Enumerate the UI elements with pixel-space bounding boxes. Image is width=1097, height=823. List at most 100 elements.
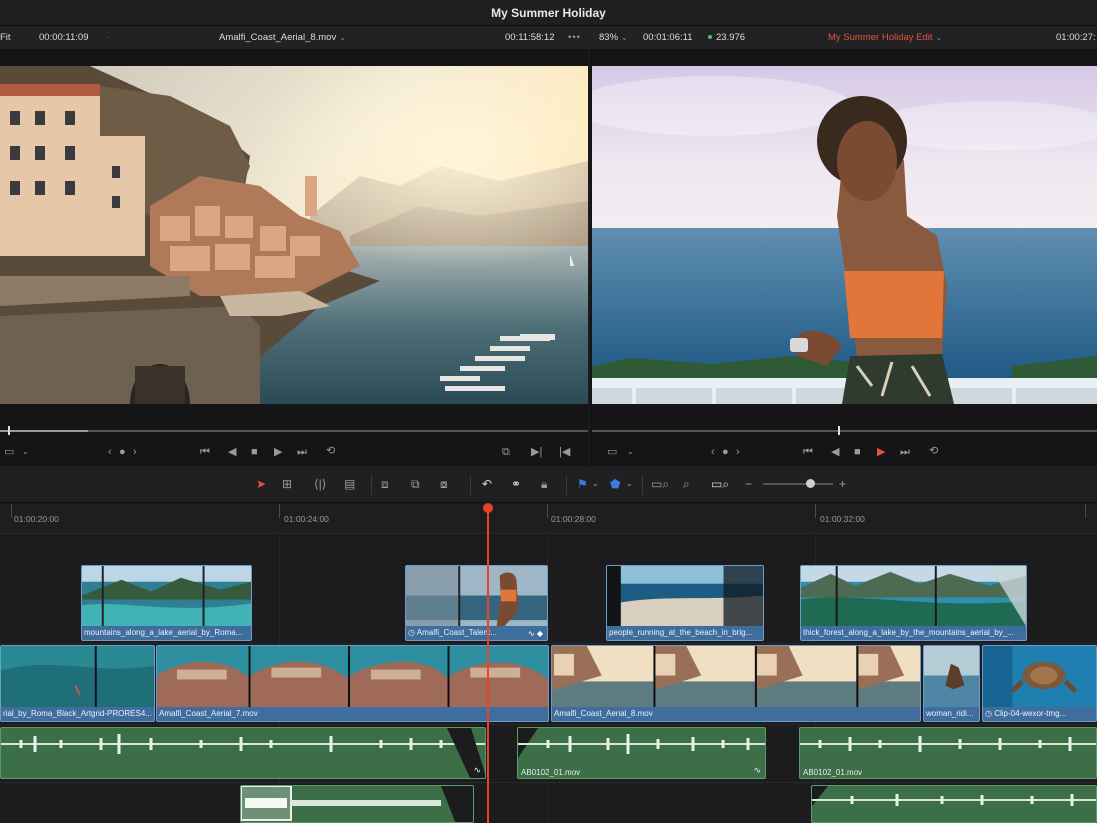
timeline-clip[interactable]: woman_ridi... xyxy=(923,645,980,722)
timeline-clip[interactable]: people_running_at_the_beach_in_brig... xyxy=(606,565,764,641)
clip-thumbnails xyxy=(552,646,920,707)
marker-icon[interactable]: ⬟ xyxy=(610,477,620,491)
play-icon[interactable]: ▶ xyxy=(274,446,282,458)
replace-clip-icon[interactable]: ⧇ xyxy=(440,477,448,491)
linked-selection-icon[interactable]: ⚭ xyxy=(511,477,521,491)
first-frame-icon[interactable]: ⏮ xyxy=(200,446,210,458)
source-viewer-frame[interactable] xyxy=(0,66,588,404)
position-lock-icon[interactable]: 🔒︎ xyxy=(541,477,547,491)
timeline-timecode: 01:00:27: xyxy=(1056,32,1096,43)
timeline-clip[interactable]: mountains_along_a_lake_aerial_by_Roma... xyxy=(81,565,252,641)
source-clip-dropdown[interactable]: Amalfi_Coast_Aerial_8.mov ⌄ xyxy=(219,32,346,43)
clip-name: rial_by_Roma_Black_Artgrid-PRORES4... xyxy=(3,709,152,718)
more-options-icon[interactable]: ••• xyxy=(568,32,581,43)
last-frame-icon[interactable]: ⏭ xyxy=(297,446,307,458)
match-frame-icon[interactable]: ⧉ xyxy=(502,446,510,458)
clip-thumbnails xyxy=(607,566,763,626)
woman-on-balcony-image xyxy=(592,66,1097,404)
clip-name: AB0102_01.mov xyxy=(521,768,581,777)
trim-tool-icon[interactable]: ⊞ xyxy=(282,477,292,491)
chevron-down-icon[interactable]: ⌄ xyxy=(626,477,633,491)
zoom-out-icon[interactable]: − xyxy=(745,477,752,491)
timeline-ruler[interactable]: 01:00:20:00 01:00:24:00 01:00:28:00 01:0… xyxy=(0,504,1097,534)
selection-tool-icon[interactable]: ➤ xyxy=(256,477,266,491)
stop-icon[interactable]: ■ xyxy=(854,446,861,458)
chevron-down-icon: ⌄ xyxy=(621,33,628,42)
play-icon[interactable]: ▶ xyxy=(877,446,885,458)
timeline-name-dropdown[interactable]: My Summer Holiday Edit ⌄ xyxy=(828,32,942,43)
insert-clip-icon[interactable]: ⧈ xyxy=(381,477,389,491)
first-frame-icon[interactable]: ⏮ xyxy=(803,446,813,458)
play-reverse-icon[interactable]: ◀ xyxy=(228,446,236,458)
jog-right-icon[interactable]: › xyxy=(133,446,137,458)
zoom-in-icon[interactable]: + xyxy=(839,477,846,491)
detail-zoom-icon[interactable]: ⌕ xyxy=(683,477,690,491)
timeline-clip[interactable]: Amalfi_Coast_Aerial_7.mov xyxy=(156,645,549,722)
timeline-viewer-frame[interactable] xyxy=(592,66,1097,404)
chevron-down-icon: ⌄ xyxy=(339,33,346,42)
audio-waveform xyxy=(1,728,485,778)
loop-icon[interactable]: ⟲ xyxy=(326,445,335,457)
viewer-header-bar: Fit 00:00:11:09 · Amalfi_Coast_Aerial_8.… xyxy=(0,26,1097,50)
clip-name: Amalfi_Coast_Aerial_8.mov xyxy=(554,709,653,718)
play-reverse-icon[interactable]: ◀ xyxy=(831,446,839,458)
title-bar: My Summer Holiday xyxy=(0,0,1097,26)
clip-thumbnails xyxy=(983,646,1096,707)
jog-left-icon[interactable]: ‹ xyxy=(711,446,715,458)
audio-clip[interactable] xyxy=(811,785,1097,823)
timeline-zoom-dropdown[interactable]: 83% ⌄ xyxy=(599,32,628,43)
jog-left-icon[interactable]: ‹ xyxy=(108,446,112,458)
toolbar-divider xyxy=(470,475,471,495)
chevron-down-icon[interactable]: ⌄ xyxy=(22,446,29,458)
zoom-slider[interactable] xyxy=(763,483,833,485)
timeline-clip[interactable]: Amalfi_Coast_Aerial_8.mov xyxy=(551,645,921,722)
audio-clip[interactable]: AB0102_01.mov xyxy=(799,727,1097,779)
source-playhead[interactable] xyxy=(8,426,10,435)
view-mode-icon[interactable]: ▭ xyxy=(607,446,617,458)
audio-clip[interactable] xyxy=(240,785,474,823)
dynamic-trim-icon[interactable]: ⟨|⟩ xyxy=(314,477,326,491)
overwrite-clip-icon[interactable]: ⧉ xyxy=(411,477,420,491)
zoom-slider-handle[interactable] xyxy=(806,479,815,488)
chevron-down-icon[interactable]: ⌄ xyxy=(627,446,634,458)
fade-handle-icon[interactable]: ∿ xyxy=(753,765,761,776)
source-options-icon[interactable]: · xyxy=(106,32,109,43)
ruler-tick xyxy=(11,504,12,518)
snapping-icon[interactable]: ↶ xyxy=(482,477,492,491)
source-timecode: 00:00:11:09 xyxy=(39,32,89,43)
timeline-scrubber[interactable] xyxy=(592,430,1097,432)
view-mode-icon[interactable]: ▭ xyxy=(4,446,14,458)
timeline-clip[interactable]: ◷ Amalfi_Coast_Talent... ∿ ◆ xyxy=(405,565,548,641)
timeline-clip[interactable]: ◷ Clip-04-wexor-tmg... xyxy=(982,645,1097,722)
full-extent-zoom-icon[interactable]: ▭⌕ xyxy=(651,477,669,491)
jog-dot-icon[interactable]: ● xyxy=(722,446,729,458)
stop-icon[interactable]: ■ xyxy=(251,446,258,458)
clip-name: ◷ Amalfi_Coast_Talent... xyxy=(408,627,545,639)
timeline-duration: 00:01:06:11 xyxy=(643,32,693,43)
jog-dot-icon[interactable]: ● xyxy=(119,446,126,458)
prev-edit-icon[interactable]: |◀ xyxy=(559,446,570,458)
flag-icon[interactable]: ⚑ xyxy=(577,477,588,491)
playhead-handle[interactable] xyxy=(483,503,493,513)
timeline-clip[interactable]: thick_forest_along_a_lake_by_the_mountai… xyxy=(800,565,1027,641)
custom-zoom-icon[interactable]: ▭⌕ xyxy=(711,477,729,491)
source-scrubber[interactable] xyxy=(0,430,588,432)
chevron-down-icon[interactable]: ⌄ xyxy=(592,477,599,491)
jog-right-icon[interactable]: › xyxy=(736,446,740,458)
blade-tool-icon[interactable]: ▤ xyxy=(344,477,355,491)
audio-clip[interactable]: ∿ xyxy=(0,727,486,779)
loop-icon[interactable]: ⟲ xyxy=(929,445,938,457)
fade-handle-icon[interactable]: ∿ xyxy=(473,765,481,776)
next-edit-icon[interactable]: ▶| xyxy=(531,446,542,458)
timeline-playhead[interactable] xyxy=(487,510,489,823)
audio-waveform xyxy=(241,786,473,822)
timeline-clip[interactable]: rial_by_Roma_Black_Artgrid-PRORES4... xyxy=(0,645,155,722)
ruler-tick xyxy=(815,504,816,518)
last-frame-icon[interactable]: ⏭ xyxy=(900,446,910,458)
source-zoom-dropdown[interactable]: Fit xyxy=(0,32,11,43)
clip-thumbnails xyxy=(406,566,547,626)
audio-clip[interactable]: AB0102_01.mov ∿ xyxy=(517,727,766,779)
timeline-playhead-marker[interactable] xyxy=(838,426,840,435)
clip-name: people_running_at_the_beach_in_brig... xyxy=(609,628,753,637)
clip-thumbnails xyxy=(1,646,154,707)
